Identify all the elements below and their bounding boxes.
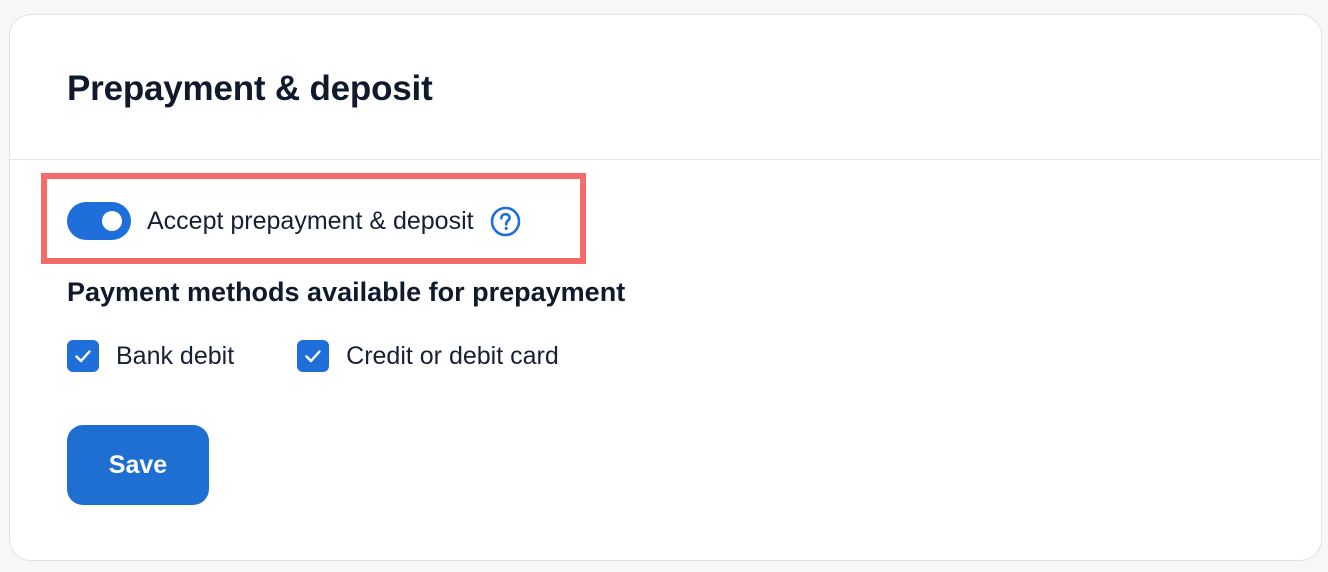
payment-method-card[interactable]: Credit or debit card (297, 340, 559, 372)
payment-methods-heading: Payment methods available for prepayment (67, 277, 626, 307)
bank-debit-label: Bank debit (116, 341, 235, 370)
card-checkbox[interactable] (297, 340, 330, 372)
help-icon[interactable] (490, 206, 521, 237)
bank-debit-checkbox[interactable] (67, 340, 99, 372)
card-header: Prepayment & deposit (10, 15, 1321, 160)
payment-method-bank-debit[interactable]: Bank debit (67, 340, 234, 372)
toggle-knob (102, 211, 122, 231)
card-label: Credit or debit card (346, 341, 559, 370)
card-title: Prepayment & deposit (67, 69, 433, 108)
question-circle-icon (490, 206, 520, 236)
checkmark-icon (305, 350, 321, 363)
prepayment-toggle-row: Accept prepayment & deposit (67, 201, 521, 241)
prepayment-card: Prepayment & deposit Accept prepayment &… (9, 14, 1322, 561)
save-button[interactable]: Save (67, 425, 209, 505)
payment-methods-list: Bank debit Credit or debit card (67, 340, 622, 372)
prepayment-toggle[interactable] (67, 202, 131, 240)
checkmark-icon (75, 350, 91, 363)
prepayment-toggle-label: Accept prepayment & deposit (147, 206, 474, 235)
